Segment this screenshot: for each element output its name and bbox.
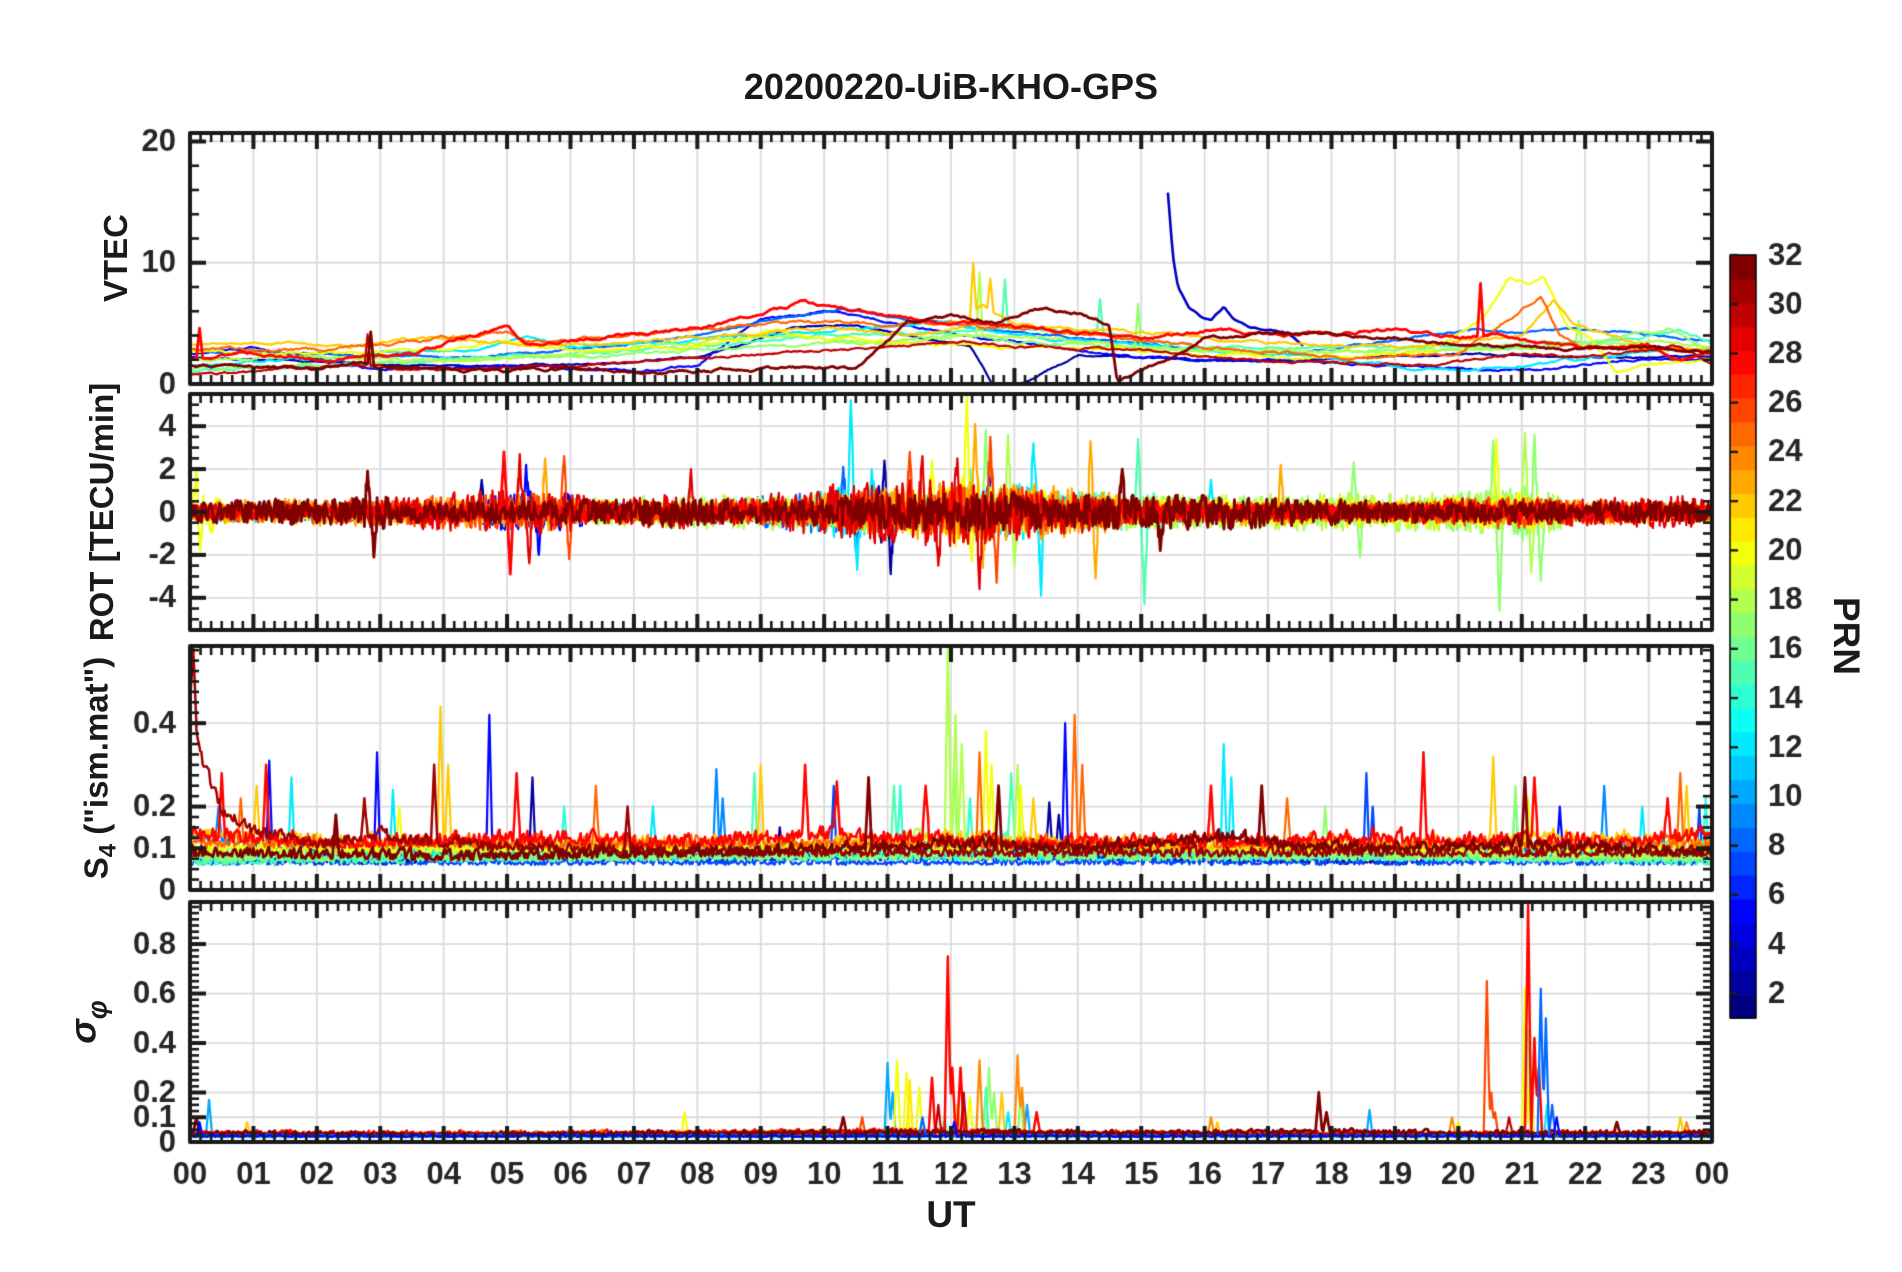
chart-title: 20200220-UiB-KHO-GPS — [743, 66, 1159, 107]
rot-axis-label-text: ROT [TECU/min] — [83, 382, 120, 642]
s4-axis-label-sub: 4 — [94, 843, 122, 858]
phi-subscript-glyph: φ — [82, 1000, 113, 1020]
gps-scintillation-figure: 20200220-UiB-KHO-GPS VTEC ROT [TECU/min]… — [0, 0, 1902, 1272]
vtec-axis-label: VTEC — [97, 214, 135, 302]
ut-axis-label: UT — [926, 1194, 976, 1235]
chart-canvas — [0, 0, 1902, 1272]
s4-axis-label-main: S — [77, 857, 115, 880]
sigma-phi-axis-label: σφ — [63, 1000, 114, 1044]
rot-axis-label: ROT [TECU/min] — [83, 383, 121, 641]
s4-axis-label-rest: ("ism.mat") — [77, 656, 115, 844]
vtec-axis-label-text: VTEC — [97, 213, 134, 303]
s4-axis-label: S4 ("ism.mat") — [78, 657, 123, 880]
sigma-glyph: σ — [62, 1019, 104, 1044]
prn-colorbar-label: PRN — [1826, 596, 1867, 676]
